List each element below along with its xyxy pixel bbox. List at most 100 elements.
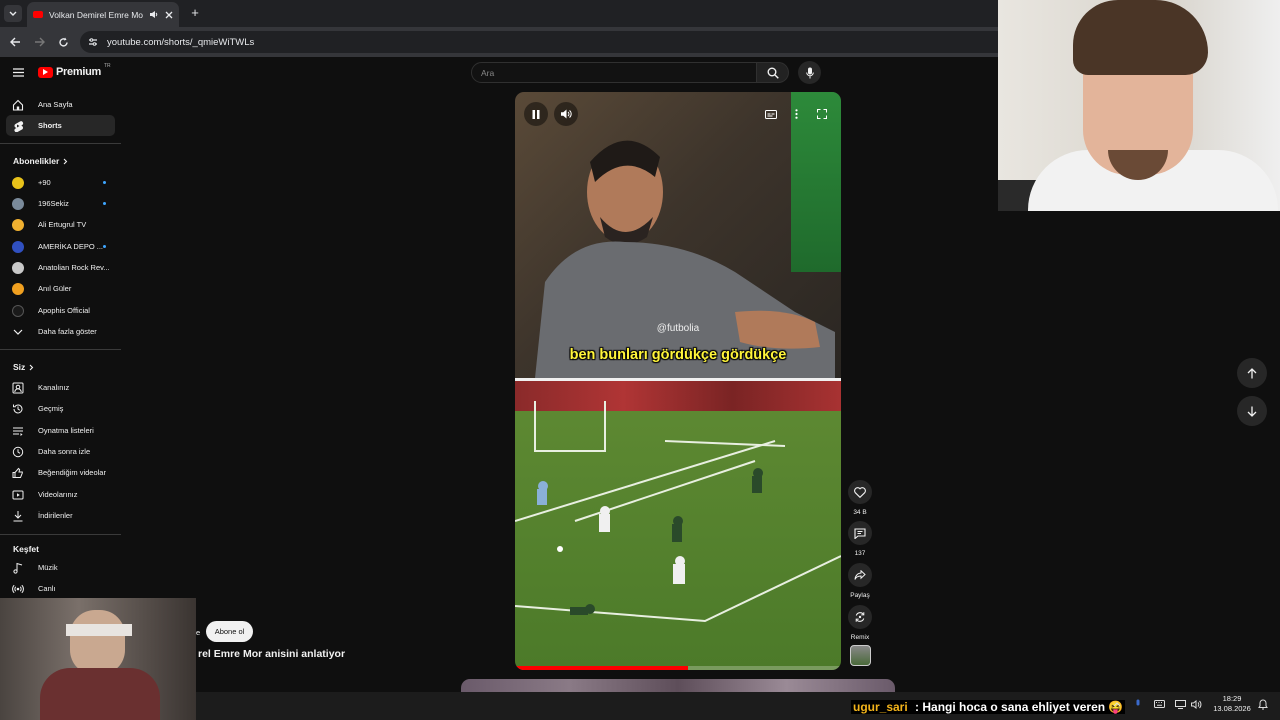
back-button[interactable]: [7, 34, 23, 50]
volume-tray-button[interactable]: [1190, 698, 1202, 710]
streamer-webcam-overlay: [998, 0, 1280, 211]
sidebar-item-label: Ali Ertugrul TV: [38, 220, 87, 229]
hamburger-icon: [13, 68, 24, 77]
sidebar-item-subscription[interactable]: Ali Ertugrul TV: [6, 214, 115, 235]
like-button[interactable]: [848, 480, 872, 504]
stream-chat-message: ugur_sari : Hangi hoca o sana ehliyet ve…: [851, 700, 1126, 714]
fullscreen-button[interactable]: [810, 102, 834, 126]
site-info-icon[interactable]: [88, 37, 98, 47]
arrow-down-icon: [1247, 406, 1257, 417]
sidebar-item-subscription[interactable]: Anatolian Rock Rev...: [6, 257, 115, 278]
tray-overflow-button[interactable]: [1111, 698, 1123, 710]
sidebar-item-history[interactable]: Geçmiş: [6, 398, 115, 419]
forward-button[interactable]: [31, 34, 47, 50]
sidebar-item-downloads[interactable]: İndirilenler: [6, 505, 115, 526]
sidebar-item-label: Müzik: [38, 563, 58, 572]
sidebar-item-subscription[interactable]: AMERİKA DEPO ...: [6, 236, 115, 257]
tray-mic-button[interactable]: [1132, 698, 1144, 710]
channel-avatar: [12, 304, 24, 317]
remix-button[interactable]: [848, 605, 872, 629]
short-title[interactable]: rel Emre Mor anisini anlatiyor: [198, 648, 345, 660]
guide-menu-button[interactable]: [11, 66, 27, 80]
microphone-icon: [1136, 699, 1140, 706]
search-input[interactable]: Ara: [471, 62, 757, 83]
clock-icon: [12, 446, 24, 457]
share-action[interactable]: Paylaş: [848, 563, 872, 599]
mute-button[interactable]: [554, 102, 578, 126]
brand-label: Premium: [56, 66, 101, 78]
sidebar-item-subscription[interactable]: +90: [6, 172, 115, 193]
system-clock[interactable]: 18:29 13.08.2026: [1208, 694, 1256, 714]
tab-search-button[interactable]: [4, 5, 22, 22]
show-more-button[interactable]: Daha fazla göster: [6, 321, 115, 342]
sidebar-item-liked-videos[interactable]: Beğendiğim videolar: [6, 462, 115, 483]
more-vertical-icon: [794, 109, 798, 119]
search-button[interactable]: [757, 62, 789, 83]
keyboard-button[interactable]: [1153, 698, 1165, 710]
sidebar-item-subscription[interactable]: Anıl Güler: [6, 278, 115, 299]
share-button[interactable]: [848, 563, 872, 587]
new-content-dot: [103, 181, 106, 184]
next-short-preview[interactable]: [461, 679, 895, 693]
progress-fill: [515, 666, 688, 670]
new-tab-button[interactable]: +: [188, 6, 202, 20]
previous-short-button[interactable]: [1237, 358, 1267, 388]
comment-icon: [854, 527, 866, 539]
address-bar[interactable]: youtube.com/shorts/_qmieWiTWLs: [80, 31, 998, 53]
sidebar-item-label: AMERİKA DEPO ...: [38, 242, 104, 251]
new-content-dot: [103, 245, 106, 248]
volume-icon: [560, 109, 572, 119]
browser-tab[interactable]: Volkan Demirel Emre Mor a: [27, 2, 179, 27]
next-short-button[interactable]: [1237, 396, 1267, 426]
burned-in-subtitle: ben bunları gördükçe gördükçe: [569, 347, 787, 363]
video-frame-football: [515, 381, 841, 670]
like-action[interactable]: 34 B: [848, 480, 872, 516]
network-button[interactable]: [1174, 698, 1186, 710]
speaker-icon: [1190, 699, 1201, 709]
clock-date: 13.08.2026: [1213, 704, 1251, 713]
comment-action[interactable]: 137: [848, 521, 872, 557]
subscriptions-heading[interactable]: Abonelikler: [13, 156, 68, 166]
you-heading[interactable]: Siz: [13, 362, 34, 372]
shorts-video-player[interactable]: @futbolia ben bunları gördükçe gördükçe: [515, 92, 841, 670]
comment-button[interactable]: [848, 521, 872, 545]
sidebar-item-watch-later[interactable]: Daha sonra izle: [6, 441, 115, 462]
sound-thumbnail[interactable]: [850, 645, 871, 666]
remix-action[interactable]: Remix: [848, 605, 872, 641]
sidebar-item-live[interactable]: Canlı: [6, 578, 115, 599]
sidebar-item-label: Oynatma listeleri: [38, 426, 94, 435]
captions-icon: [765, 109, 777, 119]
secondary-video-overlay: [0, 598, 196, 720]
sidebar-item-subscription[interactable]: Apophis Official: [6, 300, 115, 321]
youtube-premium-logo[interactable]: Premium TR: [38, 63, 111, 78]
tab-title: Volkan Demirel Emre Mor a: [49, 9, 143, 20]
subscribe-button[interactable]: Abone ol: [206, 621, 253, 642]
chevron-right-icon: [63, 158, 68, 164]
notifications-button[interactable]: [1257, 698, 1269, 710]
divider: [0, 349, 121, 350]
sidebar-item-home[interactable]: Ana Sayfa: [6, 94, 115, 115]
download-icon: [13, 510, 23, 521]
sidebar-item-shorts[interactable]: Shorts: [6, 115, 115, 136]
sidebar-item-your-videos[interactable]: Videolarınız: [6, 484, 115, 505]
speaker-icon[interactable]: [149, 10, 159, 19]
sidebar-item-label: Daha fazla göster: [38, 327, 97, 336]
more-options-button[interactable]: [784, 102, 808, 126]
video-frame-interview: [515, 92, 841, 378]
close-tab-icon[interactable]: [165, 11, 173, 19]
sidebar-item-label: 196Sekiz: [38, 199, 69, 208]
sidebar-item-label: Geçmiş: [38, 404, 64, 413]
reload-button[interactable]: [55, 34, 71, 50]
sidebar-item-music[interactable]: Müzik: [6, 557, 115, 578]
sidebar-item-label: Beğendiğim videolar: [38, 468, 106, 477]
sidebar-item-your-channel[interactable]: Kanalınız: [6, 377, 115, 398]
title-fragment: e: [196, 628, 201, 637]
captions-button[interactable]: [759, 102, 783, 126]
chat-username: ugur_sari: [851, 700, 910, 714]
share-label: Paylaş: [850, 592, 870, 599]
divider: [0, 534, 121, 535]
sidebar-item-subscription[interactable]: 196Sekiz: [6, 193, 115, 214]
pause-button[interactable]: [524, 102, 548, 126]
sidebar-item-playlists[interactable]: Oynatma listeleri: [6, 420, 115, 441]
voice-search-button[interactable]: [798, 61, 821, 84]
